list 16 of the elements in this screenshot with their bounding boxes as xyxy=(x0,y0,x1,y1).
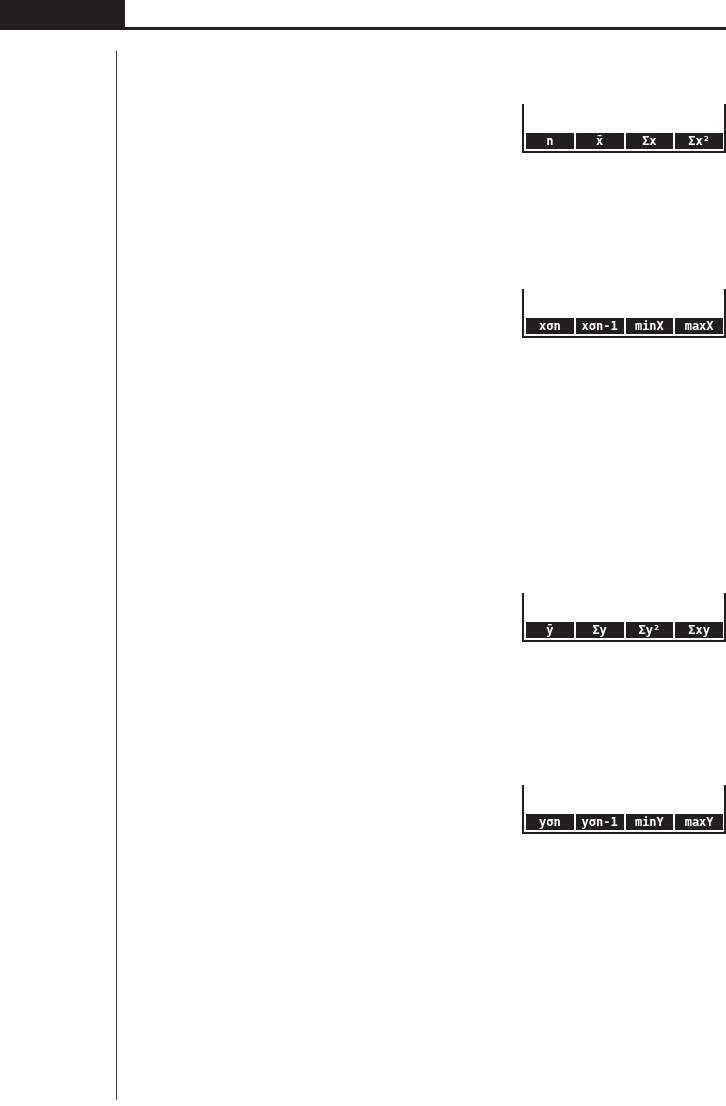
function-menu-item[interactable]: x̄ xyxy=(575,133,624,149)
function-menu-item[interactable]: yσn xyxy=(526,814,574,830)
function-menu-item[interactable]: Σxy xyxy=(675,622,723,638)
function-menu-item[interactable]: ȳ xyxy=(526,622,574,638)
function-menu-item[interactable]: Σx xyxy=(625,133,674,149)
function-menu-item[interactable]: xσn-1 xyxy=(575,318,624,334)
function-menu-item[interactable]: xσn xyxy=(526,318,574,334)
function-menu-item[interactable]: maxY xyxy=(675,814,723,830)
function-menu-item[interactable]: Σx² xyxy=(675,133,723,149)
function-menu-item[interactable]: maxX xyxy=(675,318,723,334)
function-menu-item[interactable]: yσn-1 xyxy=(575,814,624,830)
function-menu-item[interactable]: Σy² xyxy=(625,622,674,638)
function-menu-item[interactable]: Σy xyxy=(575,622,624,638)
function-menu-item[interactable]: minX xyxy=(625,318,674,334)
function-menu-item[interactable]: minY xyxy=(625,814,674,830)
function-menu-item[interactable]: n xyxy=(526,133,574,149)
